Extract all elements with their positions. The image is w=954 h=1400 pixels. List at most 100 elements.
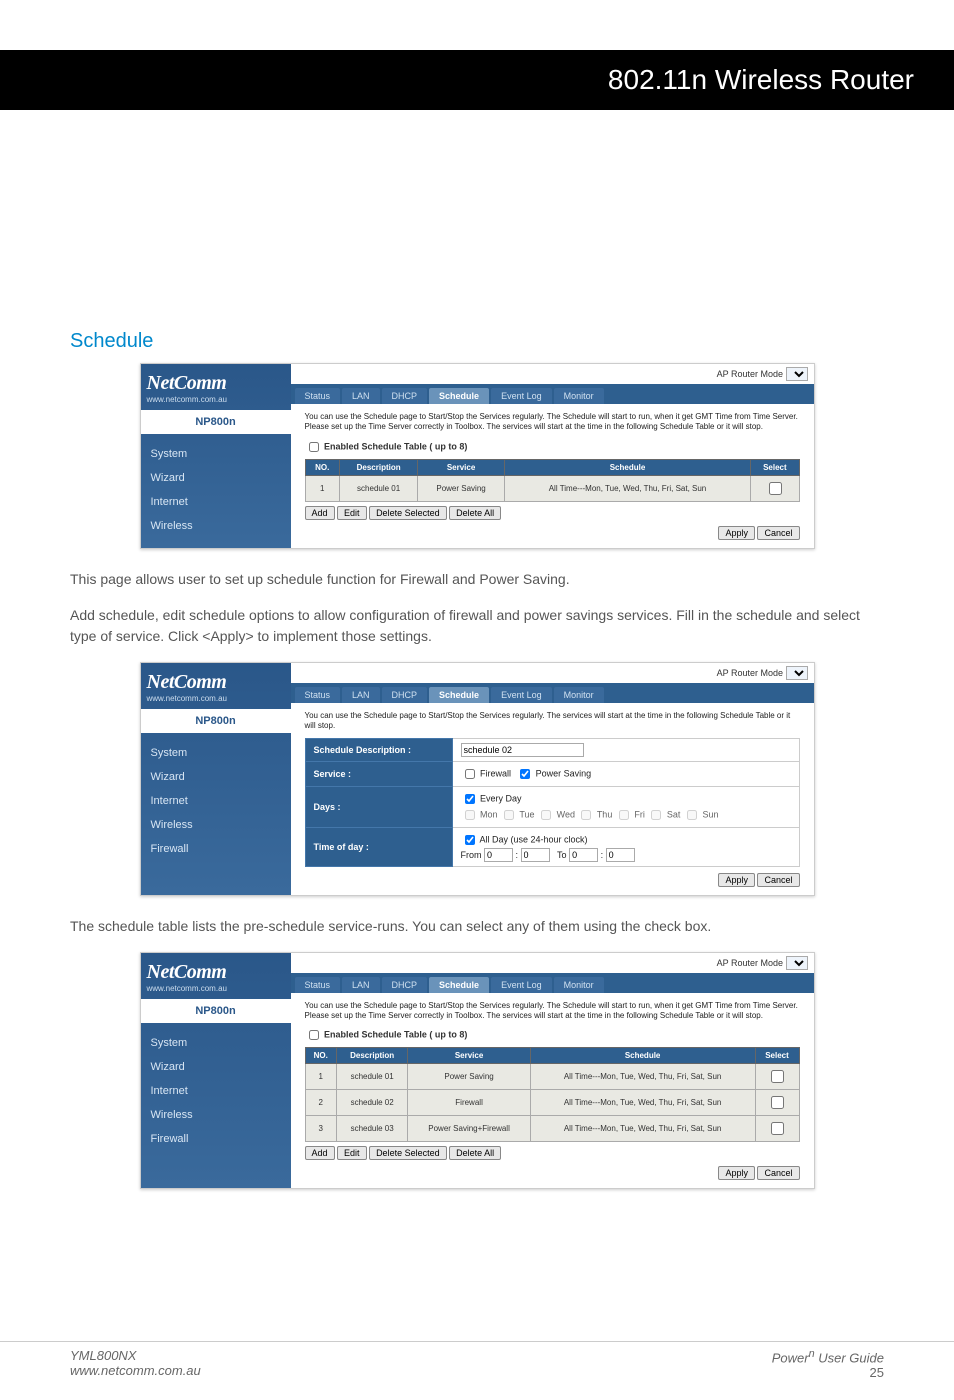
- enable-schedule-checkbox[interactable]: [309, 1030, 319, 1040]
- to-hour-input[interactable]: [569, 848, 598, 862]
- sidebar-item-system[interactable]: System: [141, 1031, 291, 1055]
- router-url: www.netcomm.com.au: [147, 984, 285, 993]
- footer-guide-tail: User Guide: [815, 1350, 884, 1365]
- sidebar-item-internet[interactable]: Internet: [141, 1079, 291, 1103]
- router-screenshot-3: NetComm www.netcomm.com.au NP800n System…: [140, 952, 815, 1190]
- router-sidebar: NetComm www.netcomm.com.au NP800n System…: [141, 663, 291, 895]
- schedule-table: NO. Description Service Schedule Select …: [305, 459, 800, 502]
- enable-schedule-label: Enabled Schedule Table ( up to 8): [324, 441, 467, 451]
- cancel-button[interactable]: Cancel: [757, 873, 799, 887]
- paragraph-1: This page allows user to set up schedule…: [70, 569, 884, 590]
- mode-select[interactable]: [786, 666, 808, 680]
- tab-monitor[interactable]: Monitor: [554, 388, 604, 404]
- to-min-input[interactable]: [606, 848, 635, 862]
- sat-checkbox[interactable]: [651, 810, 661, 820]
- tab-eventlog[interactable]: Event Log: [491, 977, 552, 993]
- tab-dhcp[interactable]: DHCP: [382, 687, 428, 703]
- from-hour-input[interactable]: [484, 848, 513, 862]
- col-service: Service: [418, 459, 504, 475]
- tab-status[interactable]: Status: [295, 977, 341, 993]
- tab-eventlog[interactable]: Event Log: [491, 687, 552, 703]
- table-row: 1 schedule 01 Power Saving All Time---Mo…: [305, 475, 799, 501]
- tab-monitor[interactable]: Monitor: [554, 977, 604, 993]
- tab-schedule[interactable]: Schedule: [429, 687, 489, 703]
- tab-lan[interactable]: LAN: [342, 388, 380, 404]
- apply-button[interactable]: Apply: [718, 1166, 755, 1180]
- tab-eventlog[interactable]: Event Log: [491, 388, 552, 404]
- col-no: NO.: [305, 459, 339, 475]
- sidebar-item-internet[interactable]: Internet: [141, 490, 291, 514]
- from-min-input[interactable]: [521, 848, 550, 862]
- thu-checkbox[interactable]: [581, 810, 591, 820]
- sidebar-item-wizard[interactable]: Wizard: [141, 1055, 291, 1079]
- sidebar-item-wireless[interactable]: Wireless: [141, 813, 291, 837]
- sidebar-item-wizard[interactable]: Wizard: [141, 765, 291, 789]
- tab-lan[interactable]: LAN: [342, 687, 380, 703]
- sidebar-item-system[interactable]: System: [141, 741, 291, 765]
- every-day-checkbox[interactable]: [465, 794, 475, 804]
- section-title: Schedule: [70, 330, 884, 353]
- row-select-checkbox[interactable]: [769, 482, 782, 495]
- add-button[interactable]: Add: [305, 1146, 335, 1160]
- tab-status[interactable]: Status: [295, 388, 341, 404]
- router-logo: NetComm: [147, 372, 285, 395]
- row-select-checkbox[interactable]: [771, 1122, 784, 1135]
- mode-select[interactable]: [786, 956, 808, 970]
- router-model: NP800n: [141, 709, 291, 733]
- power-saving-checkbox[interactable]: [520, 769, 530, 779]
- tab-schedule[interactable]: Schedule: [429, 388, 489, 404]
- enable-schedule-checkbox[interactable]: [309, 442, 319, 452]
- delete-selected-button[interactable]: Delete Selected: [369, 506, 447, 520]
- paragraph-3: The schedule table lists the pre-schedul…: [70, 916, 884, 937]
- router-url: www.netcomm.com.au: [147, 694, 285, 703]
- row-select-checkbox[interactable]: [771, 1070, 784, 1083]
- delete-all-button[interactable]: Delete All: [449, 506, 501, 520]
- mon-checkbox[interactable]: [465, 810, 475, 820]
- row-select-checkbox[interactable]: [771, 1096, 784, 1109]
- page-footer: YML800NX www.netcomm.com.au Powern User …: [0, 1341, 954, 1380]
- table-row: 2 schedule 02 Firewall All Time---Mon, T…: [305, 1090, 799, 1116]
- firewall-checkbox[interactable]: [465, 769, 475, 779]
- edit-button[interactable]: Edit: [337, 1146, 367, 1160]
- tab-lan[interactable]: LAN: [342, 977, 380, 993]
- sidebar-item-firewall[interactable]: Firewall: [141, 837, 291, 861]
- enable-schedule-label: Enabled Schedule Table ( up to 8): [324, 1030, 467, 1040]
- tue-checkbox[interactable]: [504, 810, 514, 820]
- all-day-checkbox[interactable]: [465, 835, 475, 845]
- router-url: www.netcomm.com.au: [147, 395, 285, 404]
- tab-dhcp[interactable]: DHCP: [382, 977, 428, 993]
- paragraph-2: Add schedule, edit schedule options to a…: [70, 605, 884, 647]
- sidebar-item-firewall[interactable]: Firewall: [141, 1127, 291, 1151]
- sidebar-item-wizard[interactable]: Wizard: [141, 466, 291, 490]
- footer-guide: Power: [772, 1350, 809, 1365]
- cancel-button[interactable]: Cancel: [757, 526, 799, 540]
- sidebar-item-system[interactable]: System: [141, 442, 291, 466]
- schedule-description-input[interactable]: [461, 743, 584, 757]
- footer-url: www.netcomm.com.au: [70, 1363, 201, 1378]
- sun-checkbox[interactable]: [687, 810, 697, 820]
- cancel-button[interactable]: Cancel: [757, 1166, 799, 1180]
- add-button[interactable]: Add: [305, 506, 335, 520]
- fri-checkbox[interactable]: [619, 810, 629, 820]
- sidebar-item-internet[interactable]: Internet: [141, 789, 291, 813]
- tab-monitor[interactable]: Monitor: [554, 687, 604, 703]
- col-schedule: Schedule: [504, 459, 751, 475]
- edit-button[interactable]: Edit: [337, 506, 367, 520]
- tab-dhcp[interactable]: DHCP: [382, 388, 428, 404]
- sidebar-item-wireless[interactable]: Wireless: [141, 514, 291, 538]
- footer-page: 25: [870, 1365, 884, 1380]
- form-service-label: Service :: [305, 761, 452, 786]
- tab-schedule[interactable]: Schedule: [429, 977, 489, 993]
- delete-selected-button[interactable]: Delete Selected: [369, 1146, 447, 1160]
- mode-select[interactable]: [786, 367, 808, 381]
- wed-checkbox[interactable]: [541, 810, 551, 820]
- router-logo: NetComm: [147, 961, 285, 984]
- router-model: NP800n: [141, 410, 291, 434]
- schedule-form: Schedule Description : Service : Firewal…: [305, 738, 800, 867]
- tab-status[interactable]: Status: [295, 687, 341, 703]
- table-row: 1 schedule 01 Power Saving All Time---Mo…: [305, 1064, 799, 1090]
- sidebar-item-wireless[interactable]: Wireless: [141, 1103, 291, 1127]
- delete-all-button[interactable]: Delete All: [449, 1146, 501, 1160]
- apply-button[interactable]: Apply: [718, 526, 755, 540]
- apply-button[interactable]: Apply: [718, 873, 755, 887]
